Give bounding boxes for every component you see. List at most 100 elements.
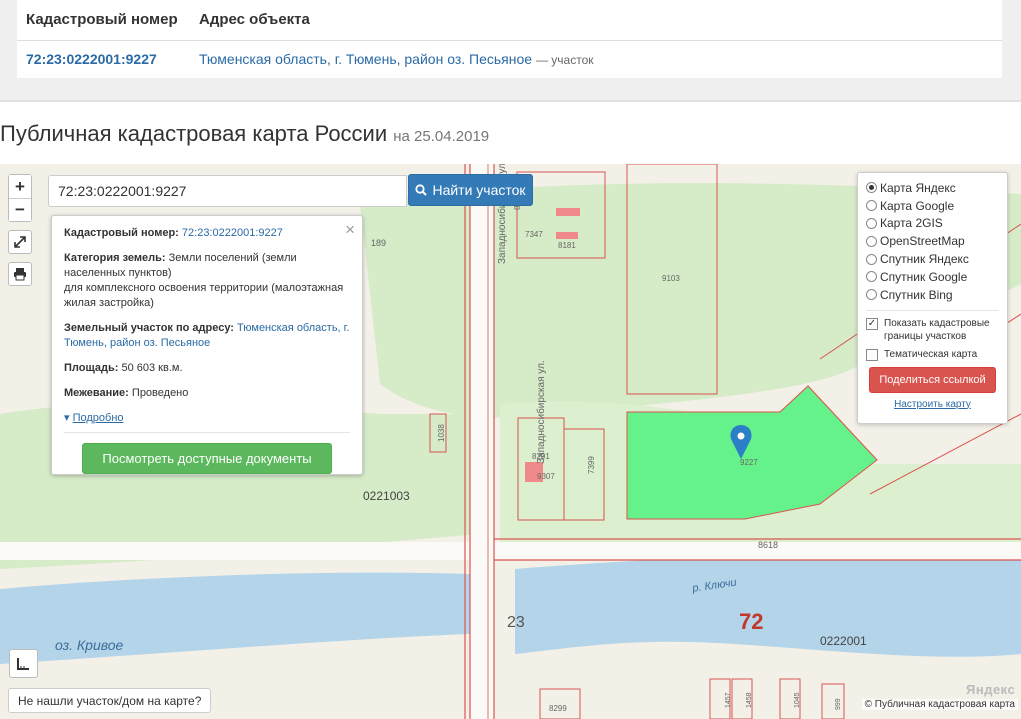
parcel-label: 8181 <box>558 241 576 250</box>
popup-survey-label: Межевание: <box>64 387 129 399</box>
parcel-label: 1045 <box>794 692 801 708</box>
cadastral-map[interactable]: 189 7347 8181 836 9103 1038 8291 9307 73… <box>0 164 1021 719</box>
radio[interactable] <box>866 253 877 265</box>
cadastral-search-input[interactable] <box>48 175 407 207</box>
zoom-control: + − <box>8 174 32 222</box>
page-title-text: Публичная кадастровая карта России <box>0 121 388 146</box>
parcel-info-popup: × Кадастровый номер: 72:23:0222001:9227 … <box>51 215 363 475</box>
popup-address-row: Земельный участок по адресу: Тюменская о… <box>64 321 350 351</box>
address-link[interactable]: Тюменская область, г. Тюмень, район оз. … <box>199 51 532 67</box>
layer-option-osm[interactable]: OpenStreetMap <box>866 232 999 250</box>
parcel-label: 999 <box>835 698 842 710</box>
parcel-label: 7347 <box>525 230 543 239</box>
object-type-label: — участок <box>535 53 594 68</box>
layer-option-yandex-map[interactable]: Карта Яндекс <box>866 179 999 197</box>
share-link-button[interactable]: Поделиться ссылкой <box>869 366 996 393</box>
table-row[interactable]: 72:23:0222001:9227 Тюменская область, г.… <box>17 40 1002 78</box>
thematic-map-label: Тематическая карта <box>884 348 978 360</box>
column-header-cadastral: Кадастровый номер <box>17 0 190 41</box>
parcel-label: 1038 <box>437 424 446 442</box>
radio[interactable] <box>866 200 877 212</box>
parcel-label: 1458 <box>746 692 753 708</box>
popup-cadastral-link[interactable]: 72:23:0222001:9227 <box>182 227 283 239</box>
ruler-button[interactable] <box>9 649 38 678</box>
layer-switcher: Карта Яндекс Карта Google Карта 2GIS Ope… <box>857 172 1008 424</box>
column-header-address: Адрес объекта <box>190 0 1002 41</box>
results-header-row: Кадастровый номер Адрес объекта <box>17 0 1002 41</box>
block-label: 0221003 <box>363 489 410 503</box>
layer-label: Карта Google <box>880 198 955 213</box>
layer-label: Спутник Bing <box>880 287 953 302</box>
parcel-label: 8618 <box>758 540 778 550</box>
parcel-label: 7399 <box>587 456 596 474</box>
region-label: 72 <box>739 609 763 634</box>
popup-survey-row: Межевание: Проведено <box>64 386 350 401</box>
popup-cadastral-row: Кадастровый номер: 72:23:0222001:9227 <box>64 226 350 241</box>
map-copyright: © Публичная кадастровая карта <box>861 699 1018 710</box>
popup-area-value: 50 603 кв.м. <box>121 362 183 374</box>
layer-option-google-satellite[interactable]: Спутник Google <box>866 268 999 286</box>
show-boundaries-label: Показать кадастровые границы участков <box>884 317 990 342</box>
popup-area-label: Площадь: <box>64 362 119 374</box>
parcel-label: 9307 <box>537 472 555 481</box>
yandex-logo: Яндекс <box>966 682 1016 697</box>
pin-dot <box>737 432 745 440</box>
show-boundaries-toggle[interactable]: ✓ Показать кадастровые границы участков <box>866 317 999 343</box>
layer-option-yandex-satellite[interactable]: Спутник Яндекс <box>866 250 999 268</box>
radio[interactable] <box>866 235 877 247</box>
radio-selected[interactable] <box>866 182 877 194</box>
search-icon <box>415 184 428 196</box>
layer-label: Карта Яндекс <box>880 180 956 195</box>
building <box>556 232 578 239</box>
view-documents-button[interactable]: Посмотреть доступные документы <box>82 443 332 474</box>
page-title: Публичная кадастровая карта России на 25… <box>0 121 489 147</box>
close-icon[interactable]: × <box>345 220 355 240</box>
layer-label: Карта 2GIS <box>880 216 943 231</box>
page-date: на 25.04.2019 <box>393 128 490 145</box>
find-parcel-label: Найти участок <box>432 182 526 198</box>
street-label: Западносибирская ул. <box>535 360 547 464</box>
parcel-label: 9227 <box>740 458 758 467</box>
printer-icon <box>14 268 26 281</box>
not-found-button[interactable]: Не нашли участок/дом на карте? <box>8 688 212 713</box>
radio[interactable] <box>866 217 877 229</box>
zoom-in-button[interactable]: + <box>9 175 31 198</box>
popup-use-value: для комплексного освоения территории (ма… <box>64 282 344 309</box>
building <box>556 208 580 216</box>
cadastral-number-link[interactable]: 72:23:0222001:9227 <box>26 51 157 67</box>
layers-divider <box>866 309 999 311</box>
radio[interactable] <box>866 271 877 283</box>
road-horizontal <box>0 542 1021 560</box>
lake-label: оз. Кривое <box>55 637 124 653</box>
parcel-label: 8299 <box>549 704 567 713</box>
layer-label: OpenStreetMap <box>880 234 965 249</box>
configure-map-link[interactable]: Настроить карту <box>866 399 999 410</box>
thematic-map-toggle[interactable]: Тематическая карта <box>866 348 999 361</box>
details-label: Подробно <box>72 412 124 424</box>
chevron-down-icon: ▾ <box>64 412 70 424</box>
parcel-label: 189 <box>371 238 386 248</box>
popup-category-row: Категория земель: Земли поселений (земли… <box>64 251 350 311</box>
find-parcel-button[interactable]: Найти участок <box>408 174 533 206</box>
district-label: 23 <box>507 614 525 631</box>
parcel-label: 9103 <box>662 274 680 283</box>
checkbox-checked[interactable]: ✓ <box>866 317 878 330</box>
checkbox[interactable] <box>866 348 878 361</box>
details-toggle[interactable]: ▾ Подробно <box>64 411 350 424</box>
print-button[interactable] <box>8 262 32 286</box>
layer-option-2gis-map[interactable]: Карта 2GIS <box>866 215 999 233</box>
popup-survey-value: Проведено <box>131 387 189 399</box>
layer-option-google-map[interactable]: Карта Google <box>866 197 999 215</box>
block-label: 0222001 <box>820 634 867 648</box>
layer-label: Спутник Google <box>880 269 968 284</box>
fullscreen-button[interactable] <box>8 230 32 254</box>
results-panel: Кадастровый номер Адрес объекта 72:23:02… <box>0 0 1021 102</box>
popup-divider <box>64 432 350 433</box>
parcel-label: 1457 <box>725 692 732 708</box>
radio[interactable] <box>866 289 877 301</box>
layer-option-bing-satellite[interactable]: Спутник Bing <box>866 286 999 304</box>
popup-category-label: Категория земель: <box>64 252 166 264</box>
popup-address-label: Земельный участок по адресу: <box>64 322 234 334</box>
zoom-out-button[interactable]: − <box>9 198 31 221</box>
expand-icon <box>14 236 26 248</box>
